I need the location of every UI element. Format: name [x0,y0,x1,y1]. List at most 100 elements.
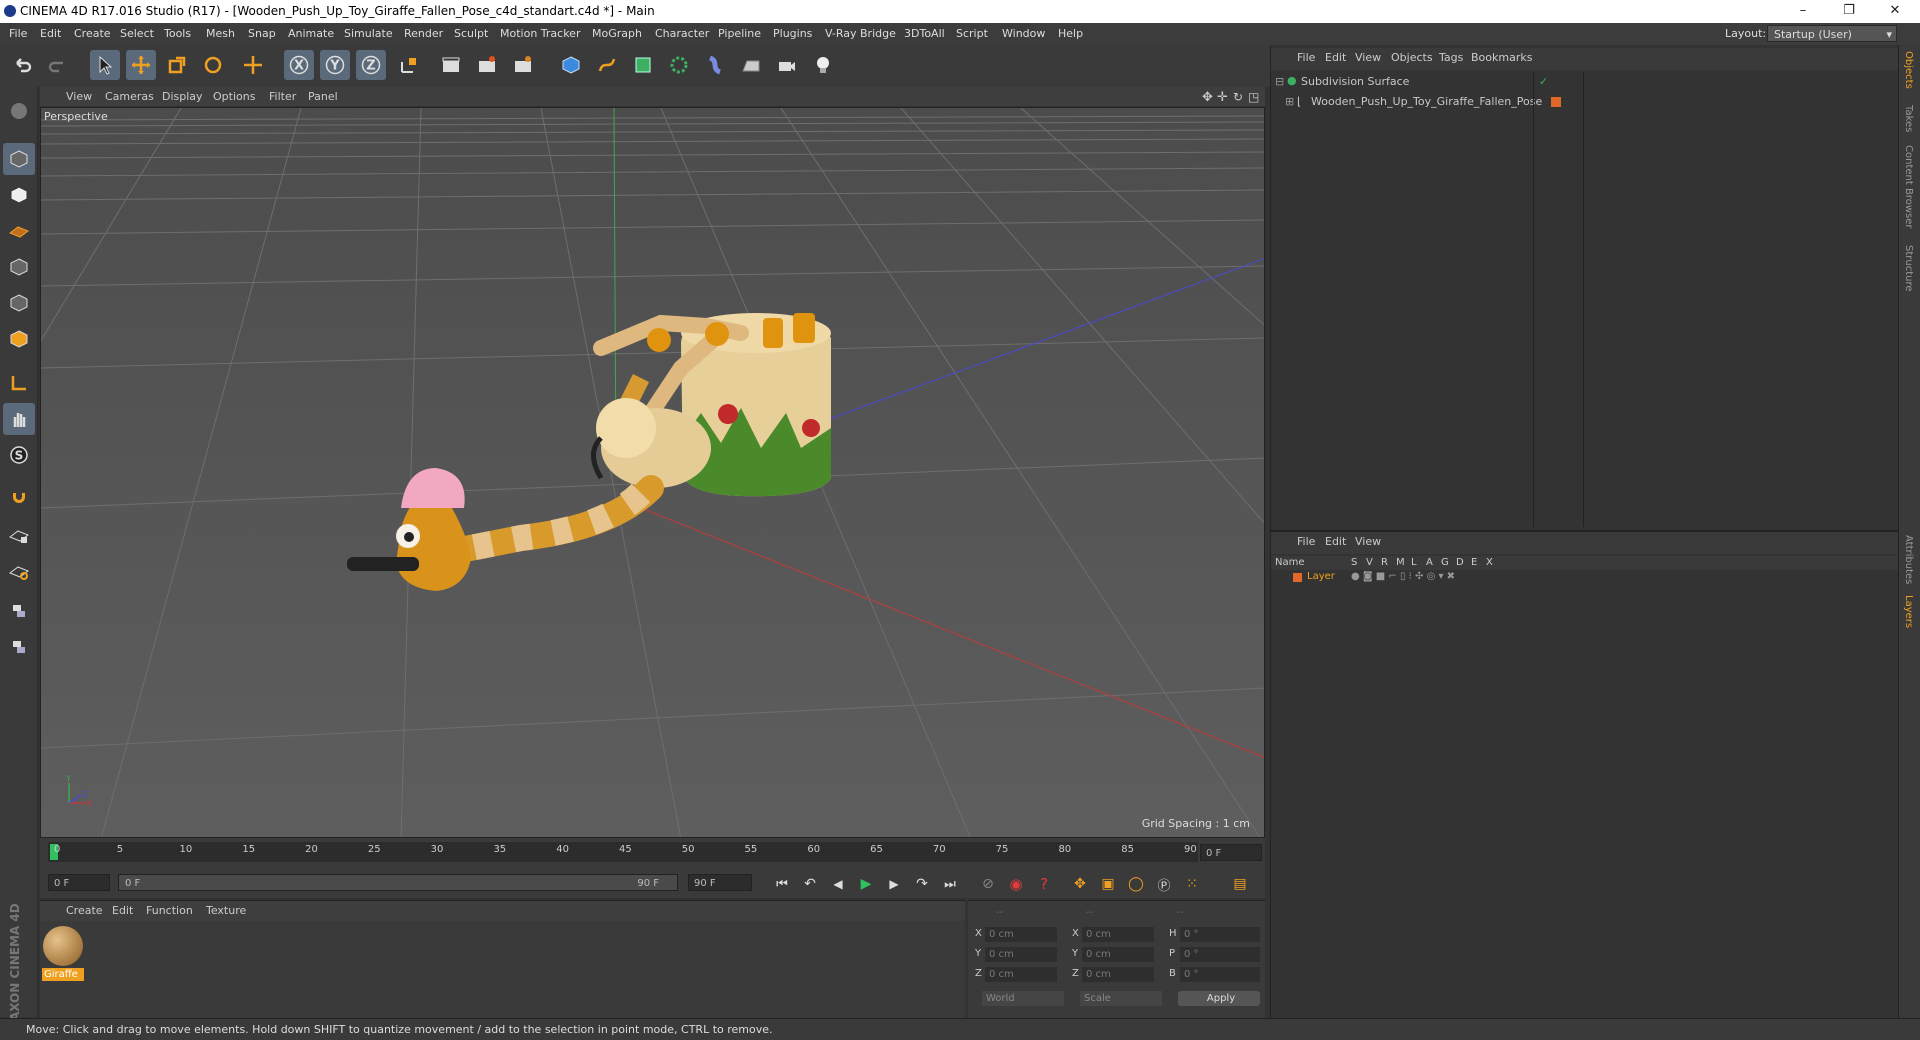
tweak-mode-button[interactable] [3,403,35,435]
parameter-key-button[interactable]: Ⓟ [1152,873,1176,895]
next-frame-button[interactable]: ▶ [882,873,906,895]
go-to-end-button[interactable]: ⏭ [938,873,962,895]
maximize-button[interactable]: ❐ [1826,0,1872,23]
viewport-rotate-icon[interactable]: ↻ [1233,90,1243,104]
scale-tool-button[interactable] [162,50,192,80]
viewport-move-icon[interactable]: ✥ [1202,90,1213,105]
current-frame-field[interactable]: 0 F [1200,844,1262,861]
object-menu-view[interactable]: View [1355,51,1381,64]
add-nurbs-button[interactable] [628,50,658,80]
workplane-mode-button[interactable] [3,215,35,247]
edges-mode-button[interactable] [3,287,35,319]
planar-workplane-button[interactable] [3,555,35,587]
x-axis-lock-button[interactable]: X [284,50,314,80]
menu-simulate[interactable]: Simulate [344,27,393,40]
material-item-giraffe[interactable]: Giraffe [42,926,84,984]
frame-range-slider[interactable]: 0 F 90 F [118,874,678,891]
locked-workplane-button[interactable] [3,519,35,551]
object-menu-tags[interactable]: Tags [1439,51,1463,64]
add-deformer-button[interactable] [700,50,730,80]
next-key-button[interactable]: ↷ [910,873,934,895]
size-mode-select[interactable]: Scale [1080,991,1162,1006]
layer-menu-view[interactable]: View [1355,535,1381,548]
z-axis-lock-button[interactable]: Z [356,50,386,80]
menu-mesh[interactable]: Mesh [206,27,235,40]
previous-frame-button[interactable]: ◀ [826,873,850,895]
viewport-menu-view[interactable]: View [66,90,92,103]
close-button[interactable]: ✕ [1872,0,1918,23]
menu-plugins[interactable]: Plugins [773,27,812,40]
material-menu-edit[interactable]: Edit [112,904,133,917]
object-menu-edit[interactable]: Edit [1325,51,1346,64]
object-menu-bookmarks[interactable]: Bookmarks [1471,51,1532,64]
point-level-button[interactable]: ⁙ [1180,873,1204,895]
add-array-button[interactable] [664,50,694,80]
menu-tools[interactable]: Tools [164,27,191,40]
coord-rot-b-field[interactable]: 0 ° [1180,967,1260,982]
menu-pipeline[interactable]: Pipeline [718,27,761,40]
polygons-mode-button[interactable] [3,323,35,355]
live-selection-button[interactable] [238,50,268,80]
go-to-start-button[interactable]: ⏮ [770,873,794,895]
enable-snap-button[interactable] [3,483,35,515]
menu-sculpt[interactable]: Sculpt [454,27,488,40]
tab-attributes[interactable]: Attributes [1903,535,1914,584]
menu-animate[interactable]: Animate [288,27,334,40]
coordinate-system-button[interactable] [394,50,424,80]
coord-pos-x-field[interactable]: 0 cm [985,927,1057,942]
menu-create[interactable]: Create [74,27,111,40]
timeline-window-button[interactable]: ▤ [1228,873,1252,895]
coord-size-y-field[interactable]: 0 cm [1082,947,1154,962]
tab-objects[interactable]: Objects [1903,51,1914,89]
tab-structure[interactable]: Structure [1903,245,1914,292]
scale-key-button[interactable]: ▣ [1096,873,1120,895]
end-frame-field[interactable]: 90 F [688,874,752,891]
menu-3dtoall[interactable]: 3DToAll [904,27,945,40]
menu-motion-tracker[interactable]: Motion Tracker [500,27,580,40]
render-to-picture-viewer-button[interactable] [472,50,502,80]
coord-rot-h-field[interactable]: 0 ° [1180,927,1260,942]
play-button[interactable]: ▶ [854,873,878,895]
rotate-tool-button[interactable] [198,50,228,80]
menu-vray-bridge[interactable]: V-Ray Bridge [825,27,896,40]
solo-button[interactable]: S [3,439,35,471]
rotation-key-button[interactable]: ◯ [1124,873,1148,895]
model-mode-button[interactable] [3,143,35,175]
object-menu-objects[interactable]: Objects [1391,51,1433,64]
tab-takes[interactable]: Takes [1903,105,1914,132]
menu-mograph[interactable]: MoGraph [592,27,642,40]
menu-snap[interactable]: Snap [248,27,276,40]
points-mode-button[interactable] [3,251,35,283]
viewport-menu-filter[interactable]: Filter [269,90,296,103]
add-camera-button[interactable] [772,50,802,80]
add-cube-button[interactable] [556,50,586,80]
layer-menu-edit[interactable]: Edit [1325,535,1346,548]
previous-key-button[interactable]: ↶ [798,873,822,895]
menu-select[interactable]: Select [120,27,154,40]
render-settings-button[interactable] [508,50,538,80]
viewport-menu-options[interactable]: Options [213,90,255,103]
tab-content-browser[interactable]: Content Browser [1903,145,1914,228]
undo-button[interactable] [8,50,38,80]
texture-mode-button[interactable] [3,179,35,211]
redo-button[interactable] [42,50,72,80]
menu-script[interactable]: Script [956,27,988,40]
y-axis-lock-button[interactable]: Y [320,50,350,80]
layer-menu-file[interactable]: File [1297,535,1315,548]
timeline-ruler[interactable]: 0 5 10 15 20 25 30 35 40 45 50 55 60 65 70 75 80 85 90 0 F [40,838,1265,868]
coord-pos-z-field[interactable]: 0 cm [985,967,1057,982]
viewport-3d[interactable]: Perspective Grid Spacing : 1 cm Y X Z [40,107,1265,838]
python-script-button-1[interactable] [3,595,35,627]
add-floor-button[interactable] [736,50,766,80]
position-key-button[interactable]: ✥ [1068,873,1092,895]
python-script-button-2[interactable] [3,631,35,663]
object-menu-file[interactable]: File [1297,51,1315,64]
add-spline-button[interactable] [592,50,622,80]
layout-select[interactable]: Startup (User) ▾ [1767,25,1897,42]
coord-size-z-field[interactable]: 0 cm [1082,967,1154,982]
move-tool-button[interactable] [126,50,156,80]
layer-row[interactable]: Layer ● ◙ ■ ⌐ ▯ ⁝ ✣ ◎ ▾ ✖ [1271,571,1899,585]
render-view-button[interactable] [436,50,466,80]
menu-render[interactable]: Render [404,27,443,40]
autokey-button[interactable]: ◉ [1004,873,1028,895]
